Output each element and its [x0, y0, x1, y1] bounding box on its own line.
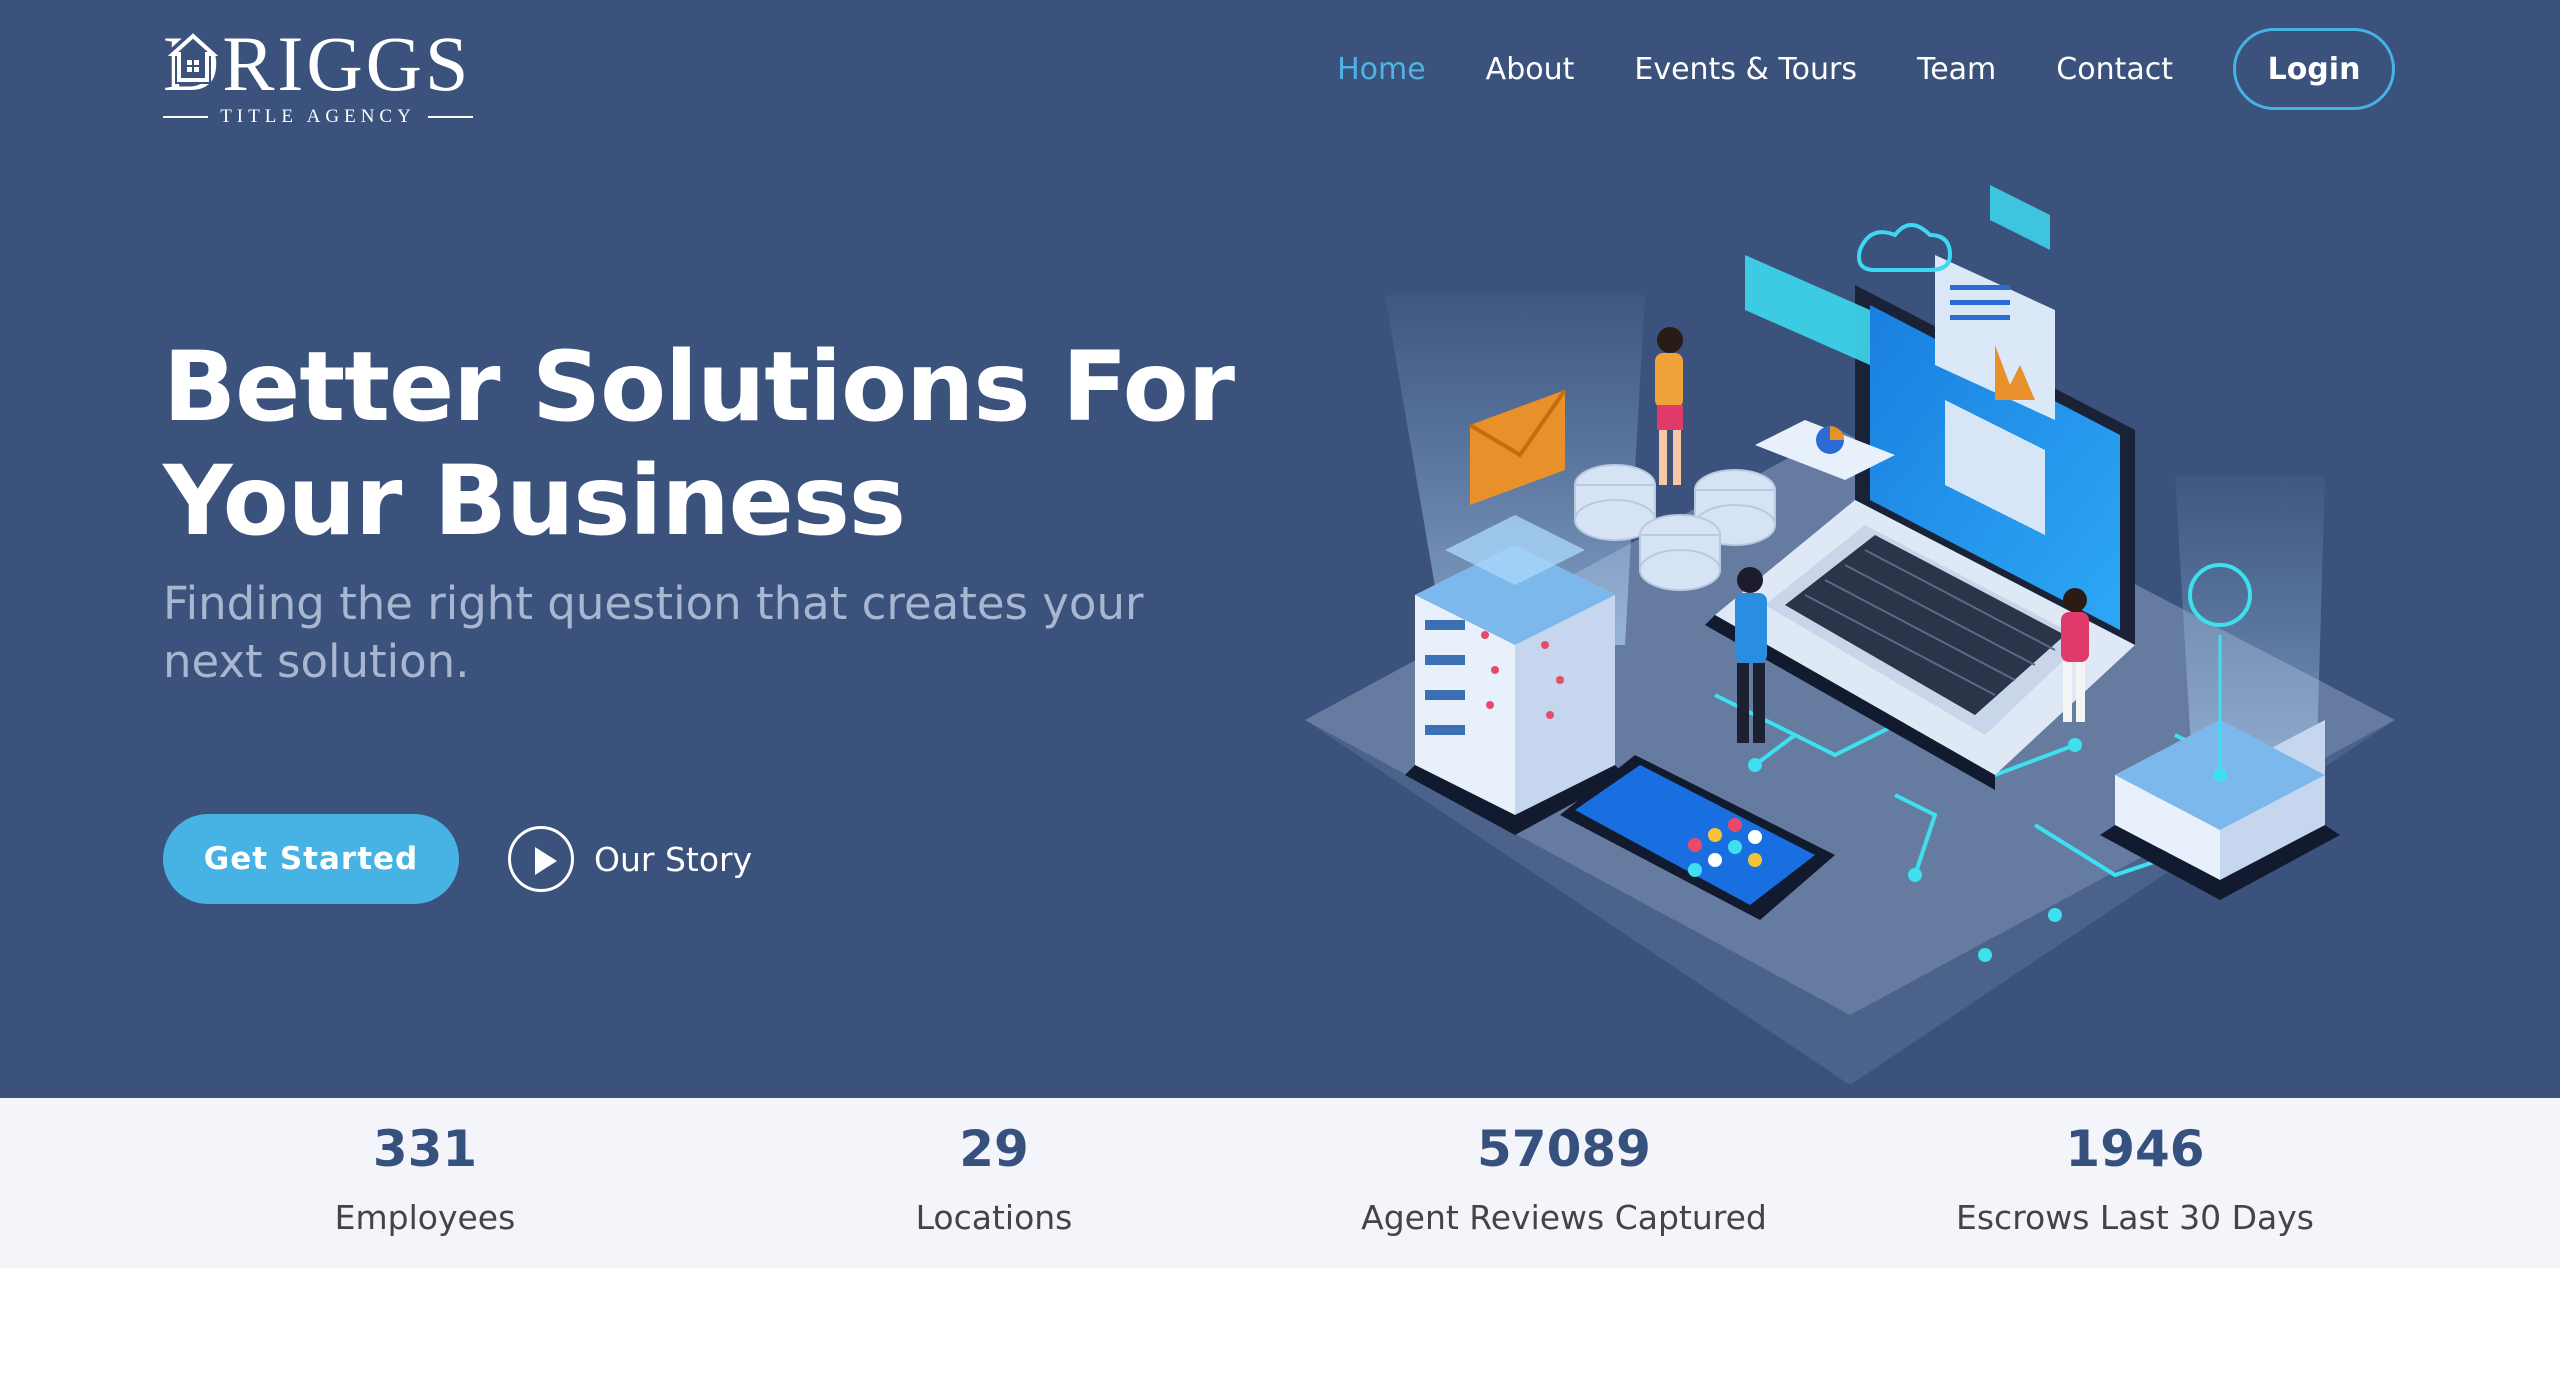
site-logo[interactable]: DRIGGS TITLE AGENCY — [163, 24, 473, 127]
logo-tagline: TITLE AGENCY — [163, 106, 473, 128]
play-icon — [508, 826, 574, 892]
our-story-button[interactable]: Our Story — [508, 826, 752, 892]
stat-label: Locations — [915, 1198, 1073, 1237]
stat-label: Agent Reviews Captured — [1361, 1198, 1767, 1237]
nav-about[interactable]: About — [1486, 52, 1575, 87]
nav-home[interactable]: Home — [1337, 52, 1426, 87]
stat-value: 1946 — [2065, 1120, 2205, 1178]
our-story-label: Our Story — [594, 839, 753, 879]
hero-illustration — [1305, 185, 2395, 1085]
nav-contact[interactable]: Contact — [2056, 52, 2173, 87]
hero-subtitle: Finding the right question that creates … — [163, 577, 1144, 688]
stat-value: 331 — [372, 1120, 478, 1178]
login-button[interactable]: Login — [2233, 28, 2395, 110]
stat-label: Escrows Last 30 Days — [1956, 1198, 2314, 1237]
main-nav: Home About Events & Tours Team Contact L… — [1277, 28, 2395, 110]
get-started-button[interactable]: Get Started — [163, 814, 459, 904]
house-icon — [167, 28, 219, 84]
hero-title-line-2: Your Business — [163, 445, 906, 557]
nav-team[interactable]: Team — [1917, 52, 1996, 87]
stats-bar: 331 Employees 29 Locations 57089 Agent R… — [0, 1098, 2560, 1268]
hero-title: Better Solutions For Your Business — [163, 330, 1263, 558]
stat-label: Employees — [334, 1198, 516, 1237]
stat-value: 57089 — [1477, 1120, 1651, 1178]
nav-events-tours[interactable]: Events & Tours — [1634, 52, 1857, 87]
stat-value: 29 — [959, 1120, 1029, 1178]
hero-section: DRIGGS TITLE AGENCY Home About Events & … — [0, 0, 2560, 1098]
hero-title-line-1: Better Solutions For — [163, 331, 1235, 443]
